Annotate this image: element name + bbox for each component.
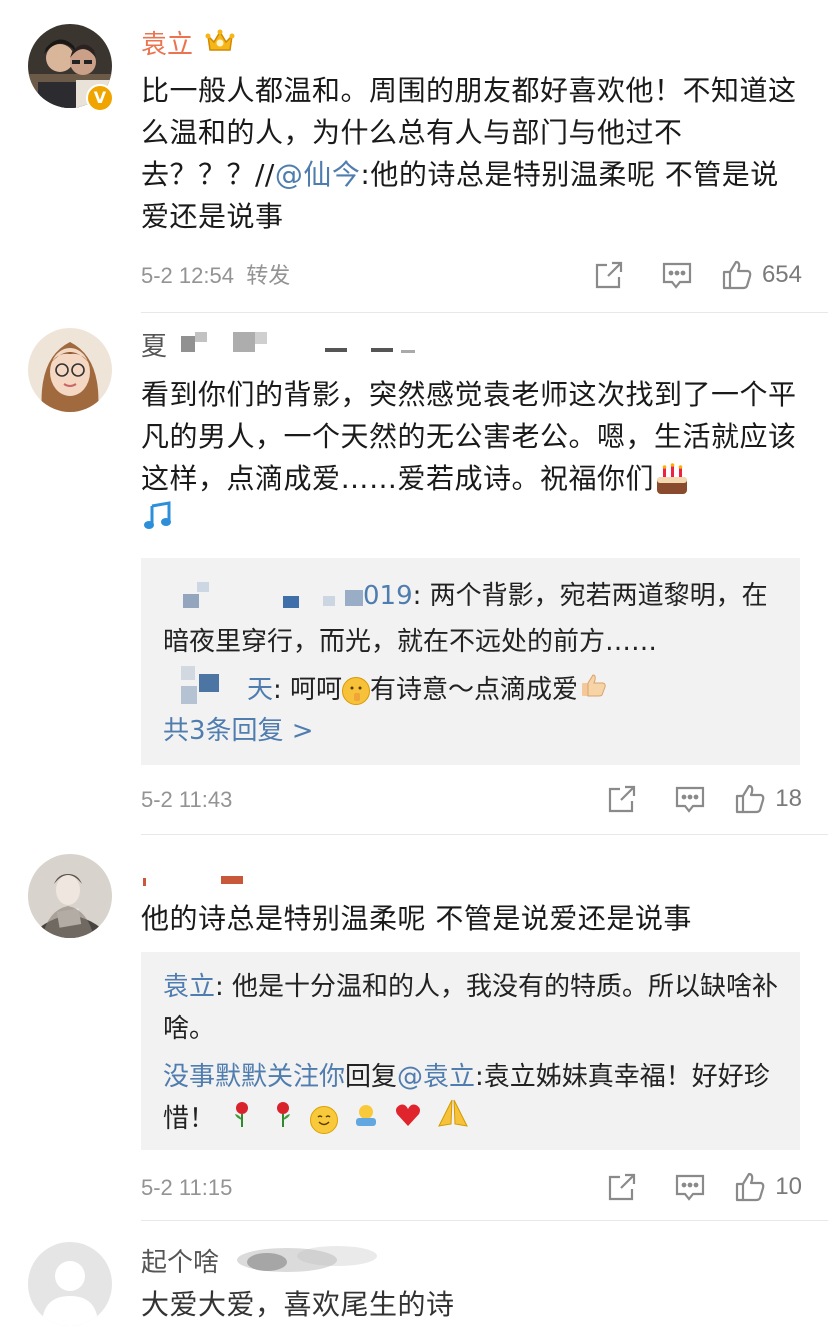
like-count: 654: [761, 261, 802, 288]
blurred-name: [227, 1242, 387, 1285]
comment-icon[interactable]: [660, 258, 694, 292]
reply-username[interactable]: 019: [363, 581, 413, 611]
pray-emoji-icon: [437, 1098, 469, 1141]
comment-author-name[interactable]: 起个啥: [141, 1242, 387, 1285]
comment-actions: 10: [605, 1170, 802, 1204]
divider: [141, 1220, 828, 1221]
comment-author-name[interactable]: [141, 862, 251, 897]
mention-link[interactable]: @袁立: [397, 1062, 475, 1092]
comment-timestamp: 5-2 11:43: [141, 787, 233, 812]
reply-box: 019: 两个背影，宛若两道黎明，在暗夜里穿行，而光，就在不远处的前方…… 天:…: [141, 558, 800, 765]
hush-face-emoji-icon: [342, 676, 371, 705]
divider: [141, 312, 828, 313]
share-icon[interactable]: [592, 258, 626, 292]
reply-item: 没事默默关注你回复@袁立:袁立姊妹真幸福！好好珍惜！: [163, 1056, 783, 1141]
more-replies-link[interactable]: 共3条回复 >: [163, 710, 783, 752]
like-icon[interactable]: [733, 782, 767, 816]
avatar[interactable]: [28, 328, 112, 412]
music-note-icon: [141, 500, 175, 544]
smile-emoji-icon: [309, 1105, 338, 1134]
comment-author-name[interactable]: 袁立: [141, 28, 235, 63]
blurred-username: [163, 572, 363, 621]
reply-username[interactable]: 没事默默关注你: [163, 1062, 345, 1092]
like-count: 18: [775, 785, 802, 812]
crown-icon: [205, 28, 235, 63]
default-avatar-icon[interactable]: [28, 1242, 112, 1326]
like-icon[interactable]: [720, 258, 754, 292]
comment-timestamp: 5-2 11:15: [141, 1175, 233, 1200]
mention-link[interactable]: @仙今: [275, 158, 361, 191]
divider: [141, 834, 828, 835]
reply-item: 019: 两个背影，宛若两道黎明，在暗夜里穿行，而光，就在不远处的前方……: [163, 572, 783, 663]
forward-label[interactable]: 转发: [246, 263, 290, 288]
share-icon[interactable]: [605, 1170, 639, 1204]
avatar[interactable]: [28, 854, 112, 938]
reply-box: 袁立: 他是十分温和的人，我没有的特质。所以缺啥补啥。 没事默默关注你回复@袁立…: [141, 952, 800, 1150]
comment-text: 他的诗总是特别温柔呢 不管是说爱还是说事: [141, 902, 692, 935]
comment-text: 大爱大爱，喜欢尾生的诗: [141, 1288, 455, 1321]
rose-emoji-icon: [270, 1099, 296, 1141]
like-count: 10: [775, 1173, 802, 1200]
comment-icon[interactable]: [673, 782, 707, 816]
verified-badge-icon: V: [86, 84, 114, 112]
comment-icon[interactable]: [673, 1170, 707, 1204]
like-icon[interactable]: [733, 1170, 767, 1204]
rose-emoji-icon: [229, 1099, 255, 1141]
reply-item: 袁立: 他是十分温和的人，我没有的特质。所以缺啥补啥。: [163, 972, 779, 1044]
cake-emoji-icon: [654, 463, 690, 497]
reply-username[interactable]: 袁立: [163, 972, 215, 1002]
reply-username[interactable]: 天: [247, 675, 273, 705]
heart-emoji-icon: [394, 1099, 422, 1141]
share-icon[interactable]: [605, 782, 639, 816]
comment-author-name[interactable]: 夏: [141, 330, 416, 365]
comment-timestamp: 5-2 12:54 转发: [141, 263, 291, 288]
blurred-name: [141, 862, 251, 897]
blurred-name: [175, 330, 416, 365]
comment-actions: 654: [592, 258, 802, 292]
comment-text: 比一般人都温和。周围的朋友都好喜欢他！不知道这么温和的人，为什么总有人与部门与他…: [141, 74, 797, 233]
comment-actions: 18: [605, 782, 802, 816]
thumbs-up-emoji-icon: [580, 670, 608, 712]
hug-emoji-icon: [352, 1099, 380, 1141]
comment-text: 看到你们的背影，突然感觉袁老师这次找到了一个平凡的男人，一个天然的无公害老公。嗯…: [141, 374, 803, 544]
